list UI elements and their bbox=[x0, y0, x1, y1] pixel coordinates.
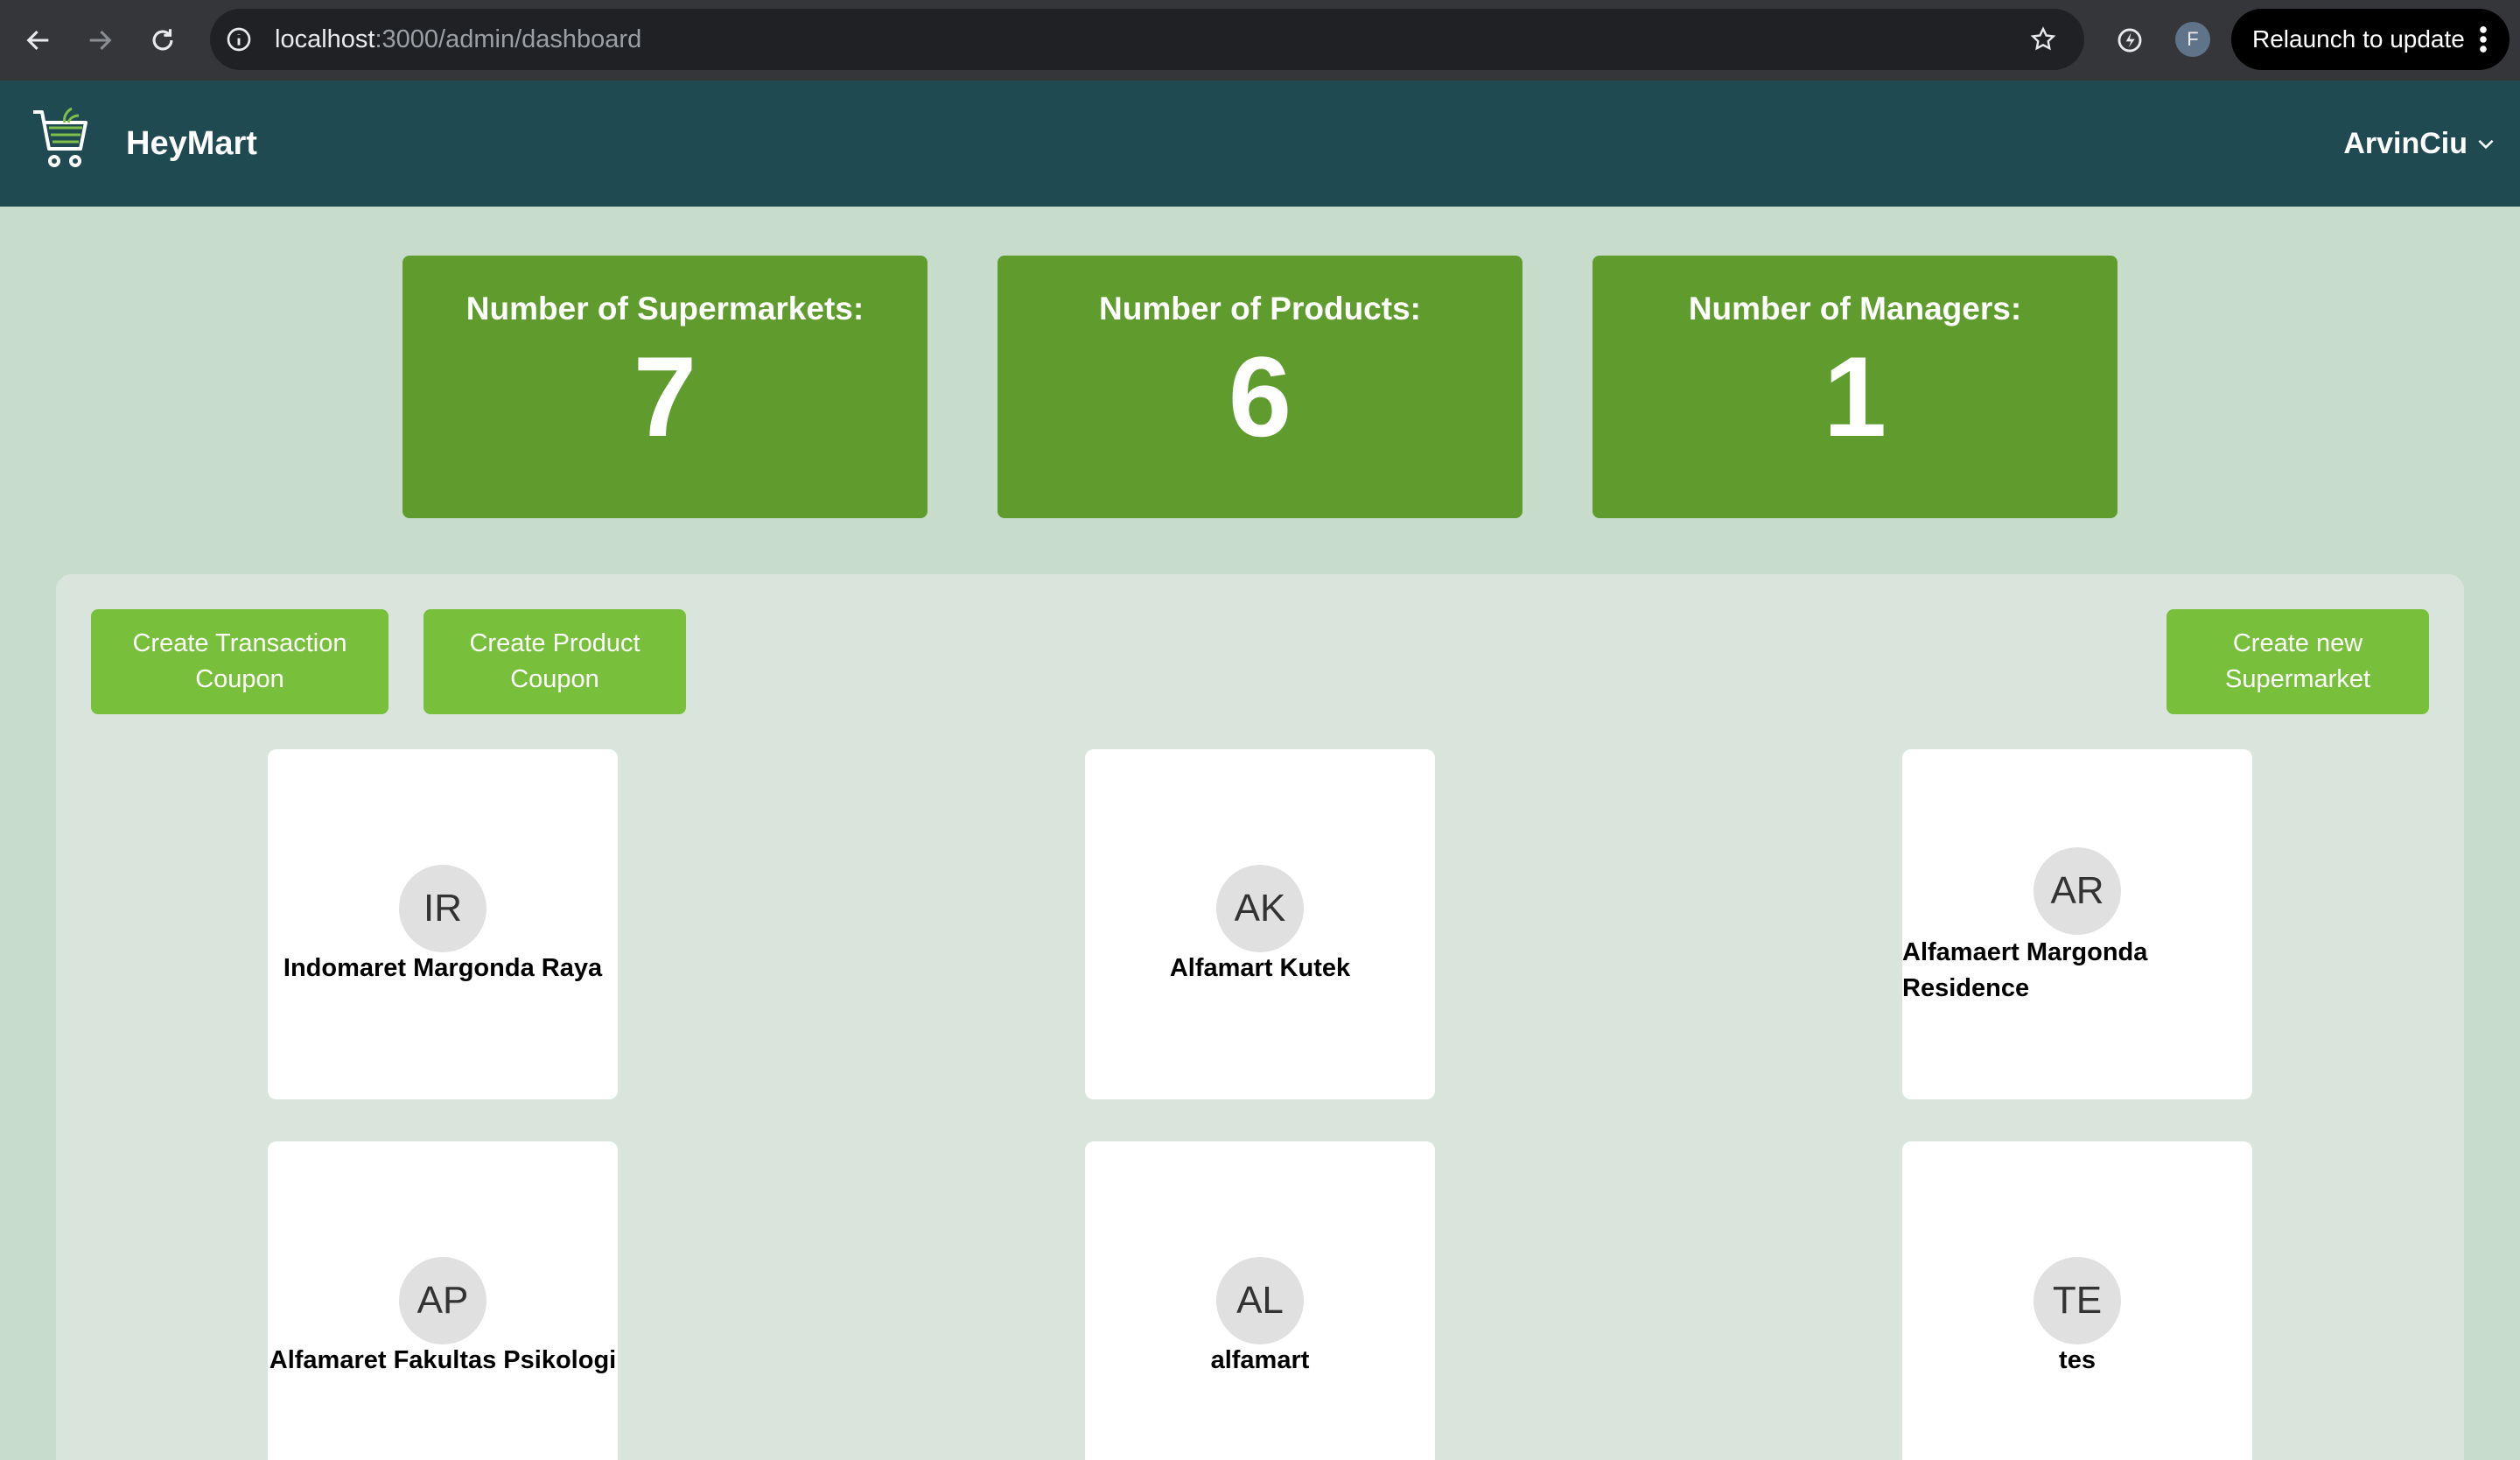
create-transaction-coupon-button[interactable]: Create Transaction Coupon bbox=[91, 609, 388, 714]
arrow-left-icon bbox=[26, 30, 49, 51]
reload-button[interactable] bbox=[140, 18, 186, 63]
url-text: localhost:3000/admin/dashboard bbox=[275, 25, 642, 53]
supermarket-name: Alfamaert Margonda Residence bbox=[1902, 938, 2148, 1002]
avatar: AP bbox=[399, 1257, 486, 1344]
supermarket-name: Indomaret Margonda Raya bbox=[283, 954, 603, 982]
stat-value: 7 bbox=[633, 333, 697, 460]
user-menu[interactable]: ArvinCiu bbox=[2343, 81, 2497, 207]
stat-value: 1 bbox=[1823, 333, 1887, 460]
supermarket-card[interactable]: AR Alfamaert Margonda Residence bbox=[1902, 749, 2252, 1099]
profile-avatar[interactable]: F bbox=[2175, 22, 2210, 57]
supermarket-name: tes bbox=[2059, 1346, 2096, 1374]
bookmark-star-icon[interactable] bbox=[2026, 23, 2060, 56]
supermarket-name: Alfamart Kutek bbox=[1169, 954, 1351, 982]
site-info-icon[interactable] bbox=[222, 23, 256, 56]
chevron-down-icon bbox=[2478, 139, 2494, 150]
avatar: AK bbox=[1216, 865, 1304, 952]
stat-card-products: Number of Products: 6 bbox=[998, 256, 1522, 518]
create-supermarket-button[interactable]: Create new Supermarket bbox=[2166, 609, 2429, 714]
avatar: AL bbox=[1216, 1257, 1304, 1344]
supermarket-name: Alfamaret Fakultas Psikologi bbox=[269, 1346, 617, 1374]
reload-icon bbox=[152, 29, 173, 51]
supermarket-panel: Create Transaction Coupon Create Product… bbox=[56, 574, 2464, 1460]
more-vert-icon bbox=[2480, 26, 2487, 53]
relaunch-button[interactable]: Relaunch to update bbox=[2231, 9, 2510, 70]
address-bar[interactable]: localhost:3000/admin/dashboard bbox=[210, 9, 2084, 70]
back-button[interactable] bbox=[16, 18, 61, 63]
performance-icon bbox=[2118, 28, 2142, 53]
supermarket-card[interactable]: AL alfamart bbox=[1085, 1141, 1435, 1460]
forward-button[interactable] bbox=[77, 18, 122, 63]
arrow-right-icon bbox=[89, 30, 112, 51]
supermarket-card[interactable]: AK Alfamart Kutek bbox=[1085, 749, 1435, 1099]
user-name: ArvinCiu bbox=[2343, 126, 2468, 160]
stat-label: Number of Supermarkets: bbox=[466, 291, 864, 326]
browser-toolbar: localhost:3000/admin/dashboard F Relaunc… bbox=[0, 0, 2520, 81]
supermarket-card[interactable]: IR Indomaret Margonda Raya bbox=[268, 749, 618, 1099]
brand-name[interactable]: HeyMart bbox=[126, 81, 257, 207]
stat-value: 6 bbox=[1228, 333, 1292, 460]
stat-card-managers: Number of Managers: 1 bbox=[1592, 256, 2118, 518]
stat-card-supermarkets: Number of Supermarkets: 7 bbox=[402, 256, 928, 518]
cart-logo-icon[interactable] bbox=[30, 105, 93, 175]
app-header: HeyMart ArvinCiu bbox=[0, 81, 2520, 207]
avatar: TE bbox=[2034, 1257, 2121, 1344]
avatar: IR bbox=[399, 865, 486, 952]
extensions-button[interactable] bbox=[2109, 19, 2151, 61]
stat-label: Number of Products: bbox=[1099, 291, 1421, 326]
avatar: AR bbox=[2034, 847, 2121, 935]
stat-label: Number of Managers: bbox=[1688, 291, 2022, 326]
supermarket-card[interactable]: TE tes bbox=[1902, 1141, 2252, 1460]
supermarket-card[interactable]: AP Alfamaret Fakultas Psikologi bbox=[268, 1141, 618, 1460]
create-product-coupon-button[interactable]: Create Product Coupon bbox=[424, 609, 686, 714]
supermarket-name: alfamart bbox=[1210, 1346, 1310, 1374]
